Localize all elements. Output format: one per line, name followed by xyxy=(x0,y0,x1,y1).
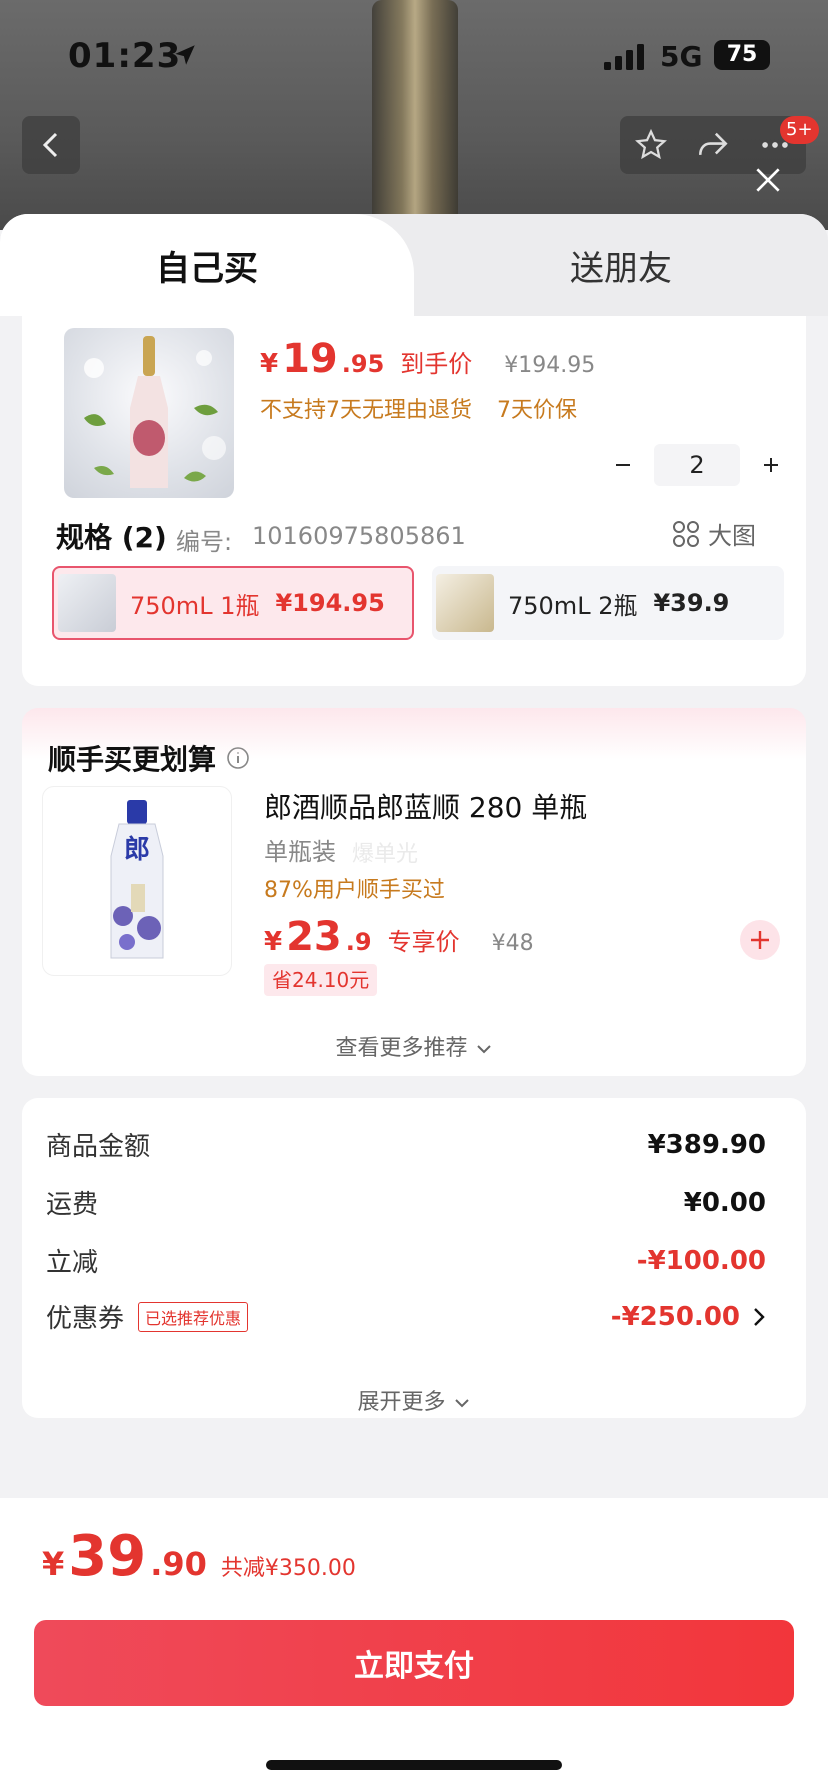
addon-product-image[interactable]: 郎 xyxy=(42,786,232,976)
addon-price-line: ¥ 23 .9 专享价 ¥48 xyxy=(264,914,534,960)
total-currency: ¥ xyxy=(42,1545,65,1583)
total-price: ¥ 39 .90 共减¥350.00 xyxy=(42,1524,356,1589)
addon-buy-rate: 87%用户顺手买过 xyxy=(264,878,445,903)
location-arrow-icon xyxy=(175,45,195,65)
spec-option-1[interactable]: 750mL 1瓶 ¥194.95 xyxy=(52,566,414,640)
spec-title: 规格 (2) xyxy=(56,521,167,554)
increase-button[interactable] xyxy=(750,444,792,486)
purchase-tabs: 自己买 送朋友 xyxy=(0,214,828,316)
addon-card: 顺手买更划算 郎 郎酒顺品郎蓝顺 280 单瓶 单瓶装 爆单光 87%用户顺手买… xyxy=(22,708,806,1076)
spec-code: 10160975805861 xyxy=(252,522,466,550)
total-integer: 39 xyxy=(68,1524,147,1589)
price-integer: 19 xyxy=(282,336,338,382)
summary-label: 商品金额 xyxy=(46,1132,151,1162)
battery-icon: 75 xyxy=(714,40,770,70)
more-recommendations-label: 查看更多推荐 xyxy=(335,1036,468,1061)
spec-option-label: 750mL 1瓶 xyxy=(130,591,260,620)
expand-more-label: 展开更多 xyxy=(357,1390,446,1415)
minus-icon xyxy=(616,464,630,466)
service-notes: 不支持7天无理由退货 7天价保 xyxy=(260,392,577,424)
addon-add-button[interactable] xyxy=(740,920,780,960)
chevron-down-icon xyxy=(476,1045,491,1054)
total-saved: 共减¥350.00 xyxy=(220,1556,356,1581)
svg-text:郎: 郎 xyxy=(124,835,150,865)
spec-option-thumbnail xyxy=(58,574,116,632)
share-icon[interactable] xyxy=(696,128,730,162)
expand-more-link[interactable]: 展开更多 xyxy=(22,1384,806,1416)
cellular-signal-icon xyxy=(604,44,644,70)
no-return-note: 不支持7天无理由退货 xyxy=(260,398,472,423)
coupon-label-group: 优惠券 已选推荐优惠 xyxy=(46,1298,249,1335)
summary-row-coupon[interactable]: 优惠券 已选推荐优惠 -¥250.00 xyxy=(46,1298,766,1335)
summary-row-goods: 商品金额 ¥389.90 xyxy=(46,1126,766,1163)
spec-option-thumbnail xyxy=(436,574,494,632)
addon-original-price: ¥48 xyxy=(491,931,534,956)
summary-row-shipping: 运费 ¥0.00 xyxy=(46,1184,766,1221)
summary-label: 运费 xyxy=(46,1190,99,1220)
product-image xyxy=(64,328,234,498)
addon-product-name[interactable]: 郎酒顺品郎蓝顺 280 单瓶 xyxy=(264,786,587,826)
price-decimal: .95 xyxy=(341,350,385,378)
info-icon[interactable] xyxy=(226,746,250,770)
status-bar: 01:23 5G 75 xyxy=(0,0,828,110)
quantity-field[interactable]: 2 xyxy=(654,444,740,486)
decrease-button[interactable] xyxy=(602,444,644,486)
coupon-value-group: -¥250.00 xyxy=(611,1302,766,1332)
big-image-toggle[interactable]: 大图 xyxy=(672,516,756,551)
plus-icon xyxy=(751,931,769,949)
star-icon[interactable] xyxy=(634,128,668,162)
addon-title: 顺手买更划算 xyxy=(48,738,250,778)
addon-title-text: 顺手买更划算 xyxy=(48,743,217,776)
checkout-footer: ¥ 39 .90 共减¥350.00 立即支付 xyxy=(0,1498,828,1792)
summary-label: 优惠券 xyxy=(46,1304,125,1334)
grid-icon xyxy=(673,520,699,547)
addon-price-decimal: .9 xyxy=(345,928,372,956)
price-protect-note: 7天价保 xyxy=(497,398,577,423)
spec-option-price: ¥194.95 xyxy=(275,589,385,617)
spec-option-label: 750mL 2瓶 xyxy=(508,591,638,620)
summary-label: 立减 xyxy=(46,1248,99,1278)
product-card: ¥ 19 .95 到手价 ¥194.95 不支持7天无理由退货 7天价保 2 规… xyxy=(22,316,806,686)
addon-pack: 单瓶装 xyxy=(264,838,336,866)
addon-price-integer: 23 xyxy=(286,914,342,960)
more-recommendations-link[interactable]: 查看更多推荐 xyxy=(22,1030,806,1062)
summary-value: ¥389.90 xyxy=(647,1129,766,1160)
summary-value: -¥250.00 xyxy=(610,1301,740,1332)
chevron-down-icon xyxy=(454,1399,469,1408)
close-icon[interactable] xyxy=(752,164,784,196)
message-badge: 5+ xyxy=(780,116,819,144)
chevron-left-icon xyxy=(42,132,58,158)
summary-value: -¥100.00 xyxy=(636,1245,766,1276)
spec-code-label: 编号: xyxy=(176,528,233,556)
coupon-selected-tag: 已选推荐优惠 xyxy=(138,1301,249,1332)
summary-row-discount: 立减 -¥100.00 xyxy=(46,1242,766,1279)
addon-save-badge: 省24.10元 xyxy=(264,964,378,996)
original-price: ¥194.95 xyxy=(504,353,596,378)
home-indicator xyxy=(266,1760,562,1770)
chevron-right-icon xyxy=(754,1307,765,1326)
tab-buy-self[interactable]: 自己买 xyxy=(0,214,414,316)
spec-option-2[interactable]: 750mL 2瓶 ¥39.9 xyxy=(432,566,784,640)
back-button[interactable] xyxy=(22,116,80,174)
order-summary-card: 商品金额 ¥389.90 运费 ¥0.00 立减 -¥100.00 优惠券 已选… xyxy=(22,1098,806,1418)
product-price-line: ¥ 19 .95 到手价 ¥194.95 xyxy=(260,336,595,382)
price-tag: 到手价 xyxy=(400,350,473,378)
plus-icon xyxy=(764,458,778,472)
addon-price-tag: 专享价 xyxy=(387,928,460,956)
status-time: 01:23 xyxy=(68,36,182,76)
spec-option-price: ¥39.9 xyxy=(653,589,730,617)
quantity-stepper: 2 xyxy=(602,444,792,486)
network-label: 5G xyxy=(660,40,703,73)
price-currency: ¥ xyxy=(260,349,279,379)
total-decimal: .90 xyxy=(150,1545,207,1583)
summary-value: ¥0.00 xyxy=(683,1187,766,1218)
addon-price-currency: ¥ xyxy=(264,927,283,957)
addon-ghost-label: 爆单光 xyxy=(352,842,419,867)
tab-gift-friend[interactable]: 送朋友 xyxy=(414,214,828,316)
pay-now-button[interactable]: 立即支付 xyxy=(34,1620,794,1706)
big-image-label: 大图 xyxy=(708,522,756,550)
